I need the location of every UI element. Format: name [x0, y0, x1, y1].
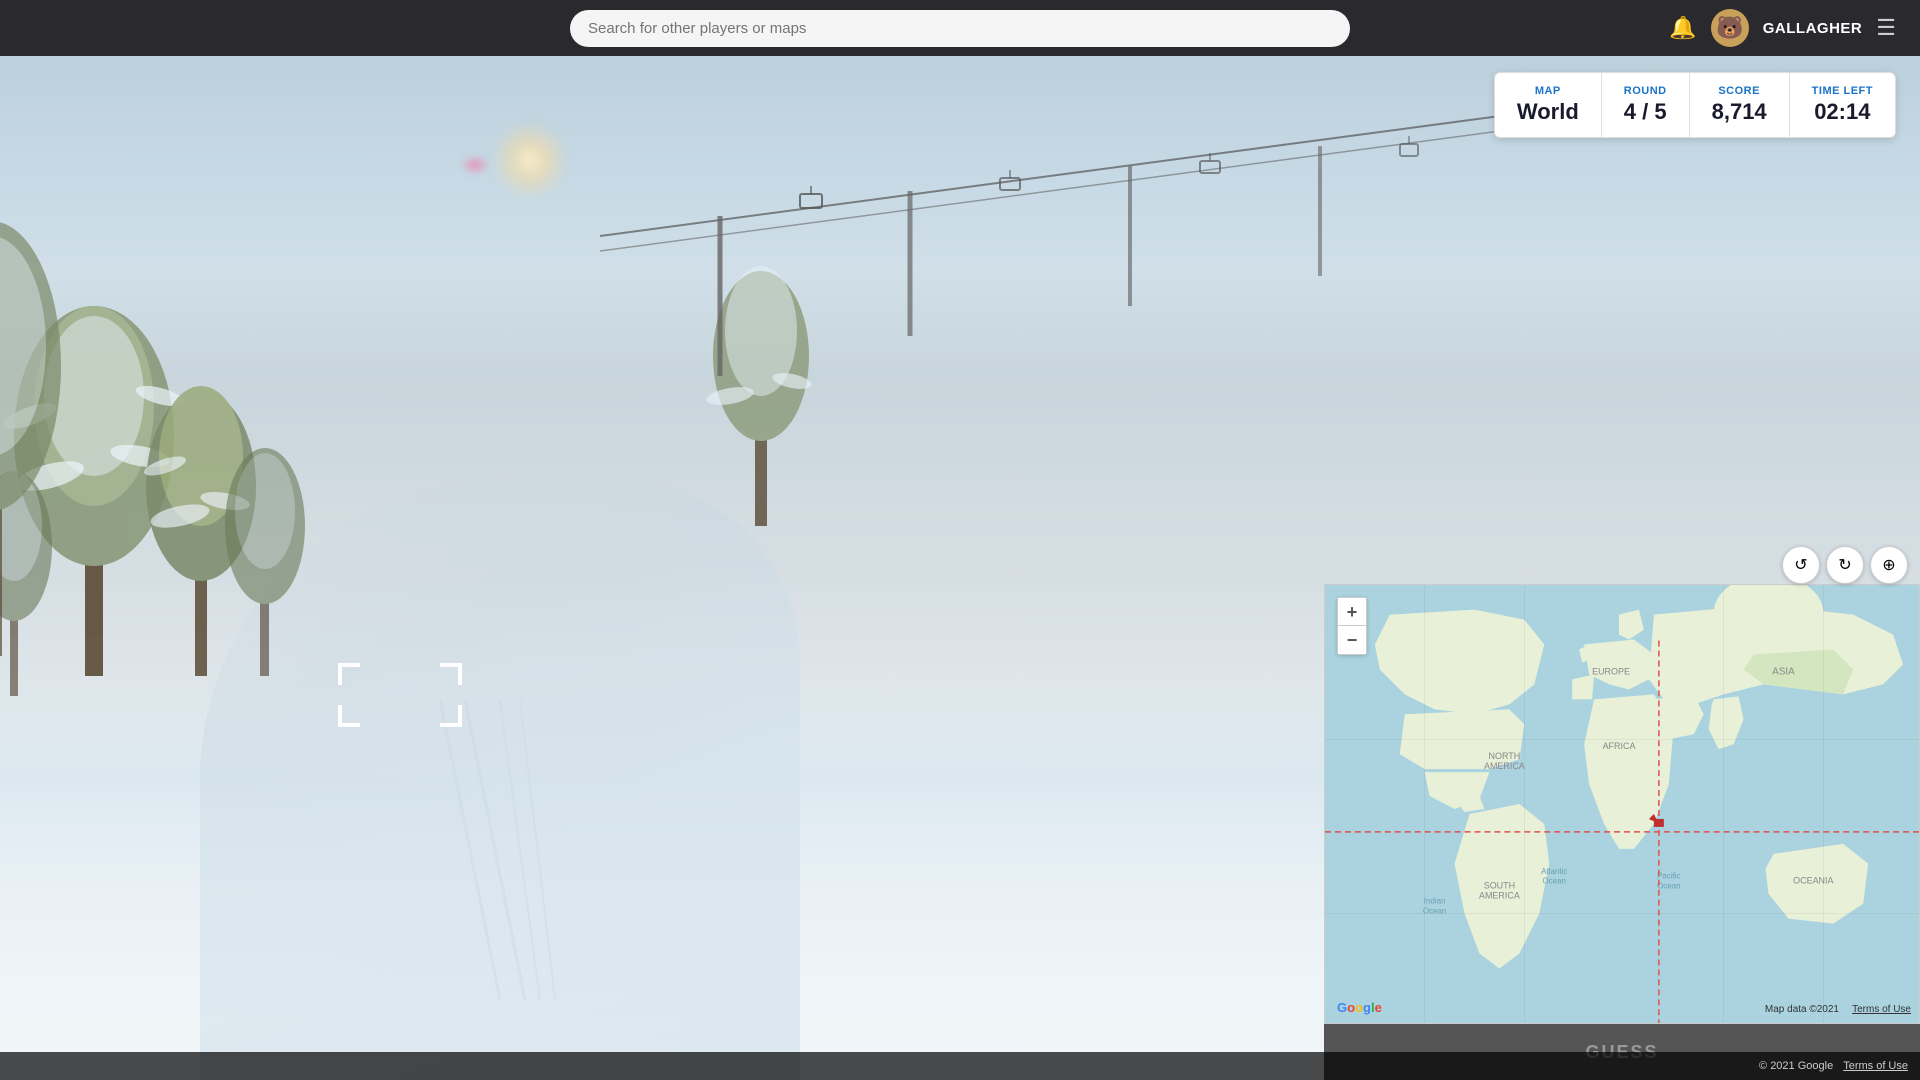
hud-round-value: 4 / 5	[1624, 99, 1667, 125]
avatar-face: 🐻	[1716, 15, 1743, 41]
bottom-bar: © 2021 Google Terms of Use	[0, 1052, 1920, 1080]
avatar: 🐻	[1711, 9, 1749, 47]
fullscreen-indicator[interactable]	[330, 655, 470, 740]
zoom-controls: + −	[1337, 597, 1367, 655]
google-g: G	[1337, 1000, 1347, 1015]
topbar: 🔔 🐻 GALLAGHER ☰	[0, 0, 1920, 56]
hud-map-label: MAP	[1517, 85, 1579, 97]
ski-lift	[600, 56, 1500, 456]
rotate-left-icon: ↺	[1794, 555, 1807, 575]
zoom-in-button[interactable]: +	[1338, 598, 1366, 626]
hud-score: SCORE 8,714	[1690, 73, 1790, 137]
svg-text:EUROPE: EUROPE	[1592, 666, 1630, 676]
google-g2: g	[1363, 1000, 1371, 1015]
svg-text:AMERICA: AMERICA	[1479, 891, 1520, 901]
svg-text:NORTH: NORTH	[1489, 751, 1521, 761]
reset-icon: ⊕	[1882, 555, 1895, 575]
copyright-text: © 2021 Google	[1759, 1060, 1833, 1072]
map-terms-link[interactable]: Terms of Use	[1852, 1004, 1911, 1015]
svg-text:OCEANIA: OCEANIA	[1793, 876, 1833, 886]
zoom-out-button[interactable]: −	[1338, 626, 1366, 654]
rotate-left-button[interactable]: ↺	[1782, 546, 1820, 584]
svg-text:Atlantic: Atlantic	[1541, 867, 1567, 876]
svg-text:Ocean: Ocean	[1542, 877, 1565, 886]
hud-score-label: SCORE	[1712, 85, 1767, 97]
hud-score-value: 8,714	[1712, 99, 1767, 125]
hud-round: ROUND 4 / 5	[1602, 73, 1690, 137]
hud-time-label: TIME LEFT	[1812, 85, 1873, 97]
map-controls: ↺ ↻ ⊕	[1782, 546, 1908, 584]
map-container[interactable]: NORTH AMERICA SOUTH AMERICA AFRICA EUROP…	[1324, 584, 1920, 1024]
svg-text:AFRICA: AFRICA	[1603, 741, 1636, 751]
map-data-text: Map data ©2021	[1765, 1004, 1839, 1015]
svg-text:Ocean: Ocean	[1423, 907, 1446, 916]
terms-of-use-link[interactable]: Terms of Use	[1843, 1060, 1908, 1072]
ski-tracks	[300, 700, 700, 1000]
topbar-right: 🔔 🐻 GALLAGHER ☰	[1669, 9, 1896, 47]
hud-map-value: World	[1517, 99, 1579, 125]
search-wrapper	[570, 10, 1350, 47]
search-input[interactable]	[570, 10, 1350, 47]
hud-time: TIME LEFT 02:14	[1790, 73, 1895, 137]
bell-icon[interactable]: 🔔	[1669, 15, 1696, 41]
hud-round-label: ROUND	[1624, 85, 1667, 97]
rotate-right-button[interactable]: ↻	[1826, 546, 1864, 584]
svg-text:SOUTH: SOUTH	[1484, 881, 1515, 891]
google-e: e	[1375, 1000, 1382, 1015]
world-map: NORTH AMERICA SOUTH AMERICA AFRICA EUROP…	[1325, 585, 1919, 1023]
svg-text:Indian: Indian	[1424, 897, 1446, 906]
svg-text:AMERICA: AMERICA	[1484, 761, 1525, 771]
reset-button[interactable]: ⊕	[1870, 546, 1908, 584]
hud-time-value: 02:14	[1812, 99, 1873, 125]
username: GALLAGHER	[1763, 20, 1863, 37]
svg-text:ASIA: ASIA	[1772, 666, 1795, 677]
svg-text:Pacific: Pacific	[1657, 872, 1680, 881]
hud-panel: MAP World ROUND 4 / 5 SCORE 8,714 TIME L…	[1494, 72, 1896, 138]
google-o1: o	[1347, 1000, 1355, 1015]
hamburger-icon[interactable]: ☰	[1876, 15, 1896, 41]
google-branding: Google	[1337, 1000, 1382, 1015]
google-o2: o	[1355, 1000, 1363, 1015]
rotate-right-icon: ↻	[1838, 555, 1851, 575]
svg-text:Ocean: Ocean	[1657, 882, 1680, 891]
hud-map: MAP World	[1495, 73, 1602, 137]
